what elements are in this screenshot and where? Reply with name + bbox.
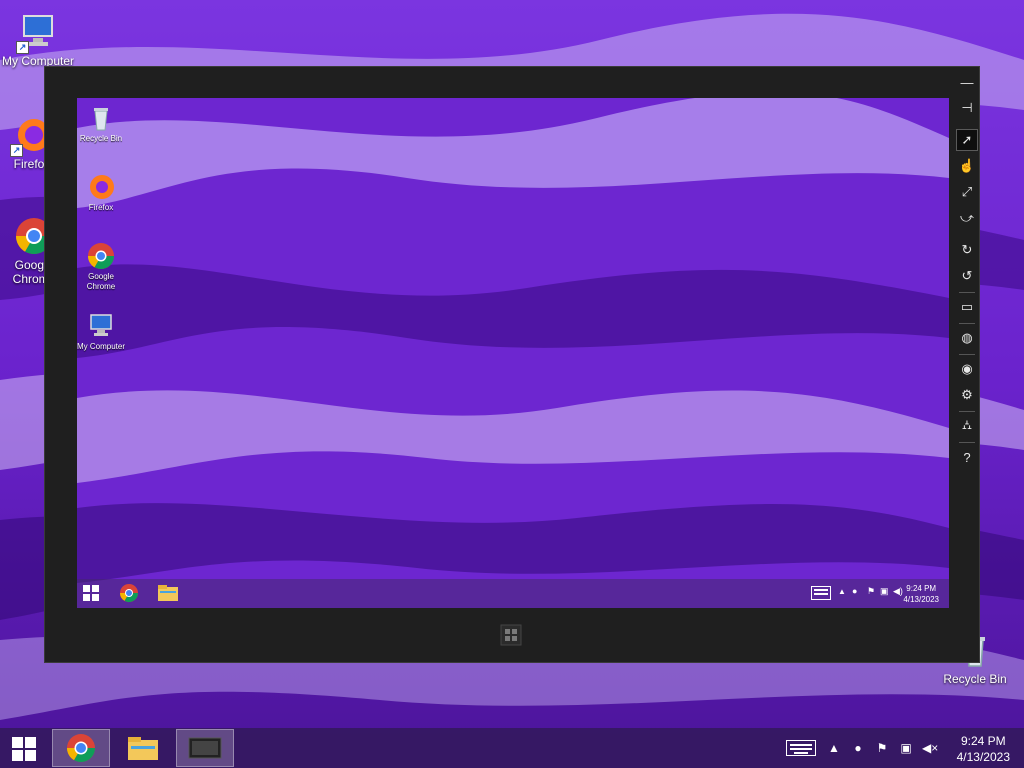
show-hidden-icons-icon[interactable]: ▲: [826, 740, 842, 756]
toolbar-separator: [959, 411, 975, 412]
taskbar: ▲ ● ⚑ ▣ ◀× 9:24 PM 4/13/2023: [0, 728, 1024, 768]
pin-icon: ⊣: [961, 100, 973, 115]
computer-icon: ↗: [16, 12, 58, 54]
simulator-toolbar: — ⊣ ➚ ☝ ⤢ ⤻ ↻ ↺ ▭ ◍ ◉ ⚙ ⛼ ?: [953, 67, 979, 664]
chrome-icon: [120, 584, 138, 603]
sim-desktop-icon-firefox[interactable]: Firefox: [77, 173, 125, 213]
taskbar-file-explorer[interactable]: [114, 729, 172, 767]
minimize-icon: —: [960, 74, 974, 90]
touch-keyboard-icon[interactable]: [786, 740, 816, 756]
sim-desktop-icon-label: My Computer: [77, 342, 126, 351]
pinch-zoom-icon: ⤢: [961, 184, 973, 199]
windows-logo-icon: [83, 585, 99, 601]
network-icon: ⛼: [961, 417, 973, 432]
sim-volume-icon[interactable]: ◀): [893, 586, 903, 597]
sim-clock[interactable]: 9:24 PM 4/13/2023: [903, 583, 939, 605]
simulator-window: Recycle Bin Firefox Google Chrome My Com…: [44, 66, 980, 663]
chrome-tray-icon[interactable]: ●: [850, 740, 866, 756]
change-resolution-icon: ▭: [960, 299, 974, 314]
computer-icon: [87, 312, 115, 340]
toolbar-separator: [959, 354, 975, 355]
mouse-mode-button[interactable]: ➚: [956, 129, 978, 151]
sim-keyboard-icon[interactable]: [811, 586, 831, 600]
rotate-clockwise-icon: ↻: [961, 242, 973, 257]
sim-flag-icon[interactable]: ⚑: [867, 586, 875, 597]
set-location-button[interactable]: ◍: [956, 327, 978, 349]
windows-logo-icon: [500, 624, 522, 646]
volume-muted-icon[interactable]: ◀×: [922, 740, 938, 756]
globe-icon: ◍: [961, 330, 973, 345]
screenshot-button[interactable]: ◉: [956, 358, 978, 380]
sim-desktop-icon-label: Firefox: [88, 203, 114, 212]
sim-desktop-icon-label: Recycle Bin: [79, 134, 123, 143]
toolbar-separator: [959, 323, 975, 324]
pinch-zoom-button[interactable]: ⤢: [956, 181, 978, 203]
rotation-touch-button[interactable]: ⤻: [956, 207, 978, 229]
desktop-icon-label: Recycle Bin: [943, 672, 1007, 686]
change-resolution-button[interactable]: ▭: [956, 296, 978, 318]
sim-desktop-icon-recycle-bin[interactable]: Recycle Bin: [77, 104, 125, 144]
toolbar-separator: [959, 292, 975, 293]
sim-taskbar: ▲ ● ⚑ ▣ ◀) 9:24 PM 4/13/2023: [77, 579, 949, 608]
network-icon[interactable]: ▣: [898, 740, 914, 756]
help-icon: ?: [963, 449, 971, 465]
sim-clock-time: 9:24 PM: [906, 584, 937, 593]
firefox-icon: [87, 173, 115, 201]
rotate-clockwise-button[interactable]: ↻: [956, 239, 978, 261]
sim-network-icon[interactable]: ▣: [880, 586, 889, 597]
network-properties-button[interactable]: ⛼: [956, 415, 978, 437]
touch-mode-icon: ☝: [958, 158, 976, 173]
camera-icon: ◉: [961, 361, 973, 376]
clock-date: 4/13/2023: [956, 750, 1010, 764]
sim-desktop-icon-label: Google Chrome: [86, 272, 116, 291]
sim-tray-chrome-icon[interactable]: ●: [852, 586, 857, 596]
toolbar-separator: [959, 442, 975, 443]
screenshot-settings-button[interactable]: ⚙: [956, 384, 978, 406]
shortcut-arrow-icon: ↗: [10, 144, 23, 157]
minimize-button[interactable]: —: [956, 71, 978, 93]
taskbar-simulator[interactable]: [176, 729, 234, 767]
clock[interactable]: 9:24 PM 4/13/2023: [957, 733, 1010, 765]
simulator-windows-button[interactable]: [500, 624, 522, 646]
start-button[interactable]: [12, 737, 36, 761]
windows-logo-icon: [12, 737, 36, 761]
shortcut-arrow-icon: ↗: [16, 41, 29, 54]
desktop-icon-my-computer[interactable]: ↗ My Computer: [0, 12, 78, 68]
recycle-bin-icon: [87, 104, 115, 132]
always-on-top-button[interactable]: ⊣: [956, 97, 978, 119]
simulator-wallpaper: [77, 98, 949, 608]
folder-icon: [158, 585, 178, 601]
chrome-icon: [87, 242, 115, 270]
sim-tray-expand-icon[interactable]: ▲: [838, 587, 846, 596]
touch-mode-button[interactable]: ☝: [956, 155, 978, 177]
rotate-counterclockwise-button[interactable]: ↺: [956, 265, 978, 287]
taskbar-chrome[interactable]: [52, 729, 110, 767]
sim-desktop-icon-google-chrome[interactable]: Google Chrome: [77, 242, 125, 292]
sim-desktop-icon-my-computer[interactable]: My Computer: [77, 312, 125, 352]
gear-icon: ⚙: [961, 387, 973, 402]
folder-icon: [128, 737, 158, 760]
sim-start-button[interactable]: [83, 585, 99, 601]
chrome-icon: [67, 734, 95, 762]
clock-time: 9:24 PM: [960, 734, 1006, 748]
rotate-counterclockwise-icon: ↺: [961, 268, 973, 283]
sim-taskbar-file-explorer[interactable]: [157, 583, 179, 603]
rotation-touch-icon: ⤻: [960, 210, 974, 225]
sim-clock-date: 4/13/2023: [903, 595, 939, 604]
simulator-icon: [188, 737, 222, 759]
simulator-screen[interactable]: Recycle Bin Firefox Google Chrome My Com…: [77, 98, 949, 608]
help-button[interactable]: ?: [956, 446, 978, 468]
mouse-mode-icon: ➚: [961, 132, 973, 147]
action-center-flag-icon[interactable]: ⚑: [874, 740, 890, 756]
sim-taskbar-chrome[interactable]: [119, 583, 139, 603]
